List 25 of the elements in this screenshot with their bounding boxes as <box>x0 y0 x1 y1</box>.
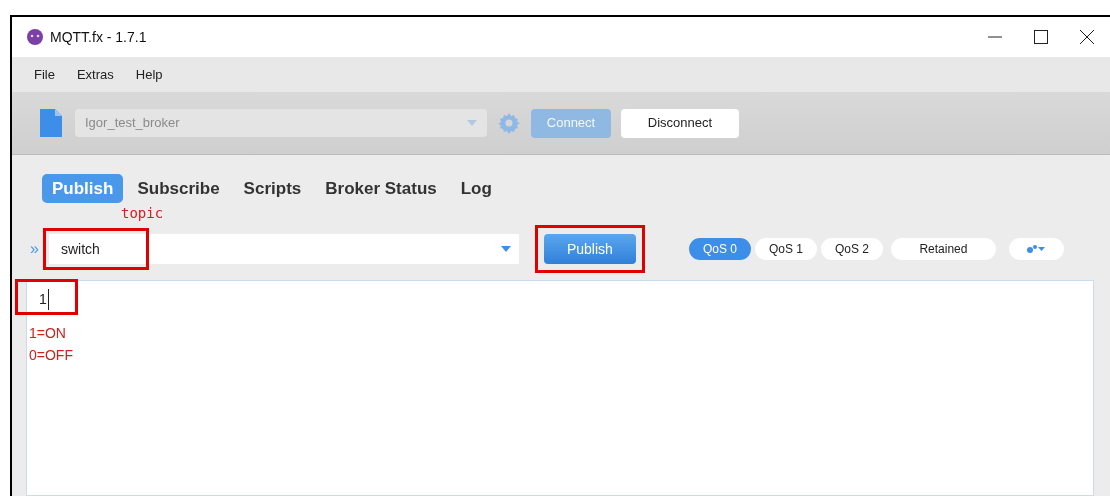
tab[interactable]: Subscribe <box>127 174 230 203</box>
tab[interactable]: Log <box>450 174 502 203</box>
payload-text: 1 <box>39 289 49 310</box>
annotation-note: 0=OFF <box>29 346 73 365</box>
annotation-label: topic <box>121 205 165 221</box>
tab[interactable]: Broker Status <box>315 174 447 203</box>
disconnect-button[interactable]: Disconnect <box>621 108 739 138</box>
menu-item[interactable]: Help <box>135 64 163 85</box>
caret-icon <box>500 246 511 252</box>
tab[interactable]: Scripts <box>233 174 312 203</box>
annotation-note: 1=ON <box>29 324 67 343</box>
menu-item[interactable]: File <box>34 64 55 85</box>
caret-icon <box>467 120 477 126</box>
qos-toggle[interactable]: QoS 2 <box>820 238 883 260</box>
settings-dropdown[interactable] <box>1008 238 1064 260</box>
app-logo-icon <box>26 28 44 46</box>
settings-icon <box>1026 244 1047 254</box>
menu-item[interactable]: Extras <box>76 64 114 85</box>
payload-editor[interactable]: 1 1=ON 0=OFF <box>26 280 1094 496</box>
window-title: MQTT.fx - 1.7.1 <box>50 27 147 47</box>
qos-toggle[interactable]: QoS 1 <box>754 238 817 260</box>
file-icon[interactable] <box>37 108 65 138</box>
retained-toggle[interactable]: Retained <box>890 238 996 260</box>
topic-field[interactable]: switch <box>48 234 519 264</box>
highlight-box <box>15 279 78 315</box>
